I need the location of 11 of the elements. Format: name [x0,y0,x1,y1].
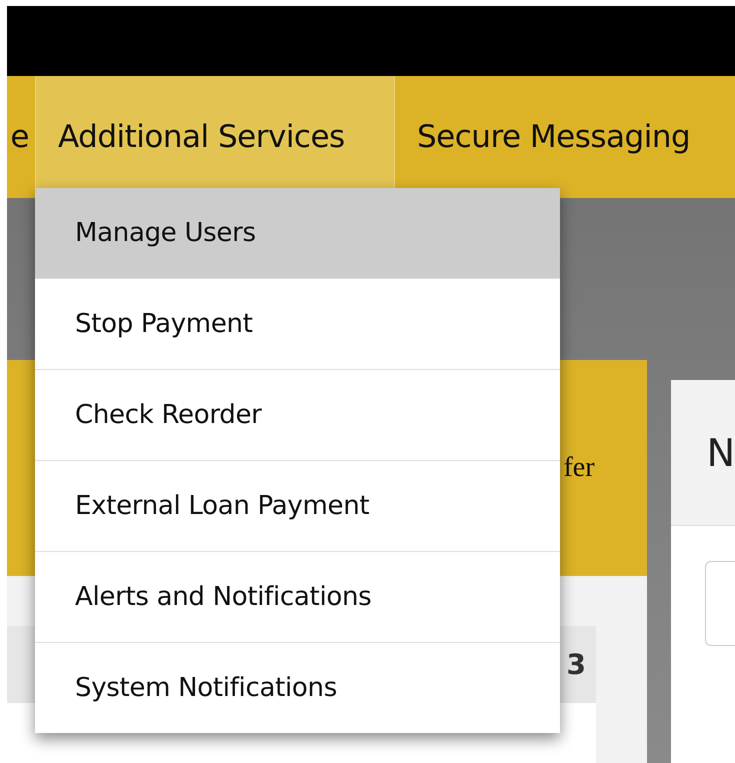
menu-item[interactable]: Alerts and Notifications [35,551,560,642]
menu-item[interactable]: Check Reorder [35,369,560,460]
menu-item[interactable]: External Loan Payment [35,460,560,551]
column-header: 3 [566,648,586,681]
header-text: fer [563,452,595,484]
nav-item[interactable]: e [7,76,35,198]
menu-item[interactable]: Manage Users [35,188,560,278]
input-field[interactable] [704,561,735,646]
panel-heading: N [706,430,735,474]
menu-item[interactable]: Stop Payment [35,278,560,369]
menu-item[interactable]: System Notifications [35,642,560,733]
